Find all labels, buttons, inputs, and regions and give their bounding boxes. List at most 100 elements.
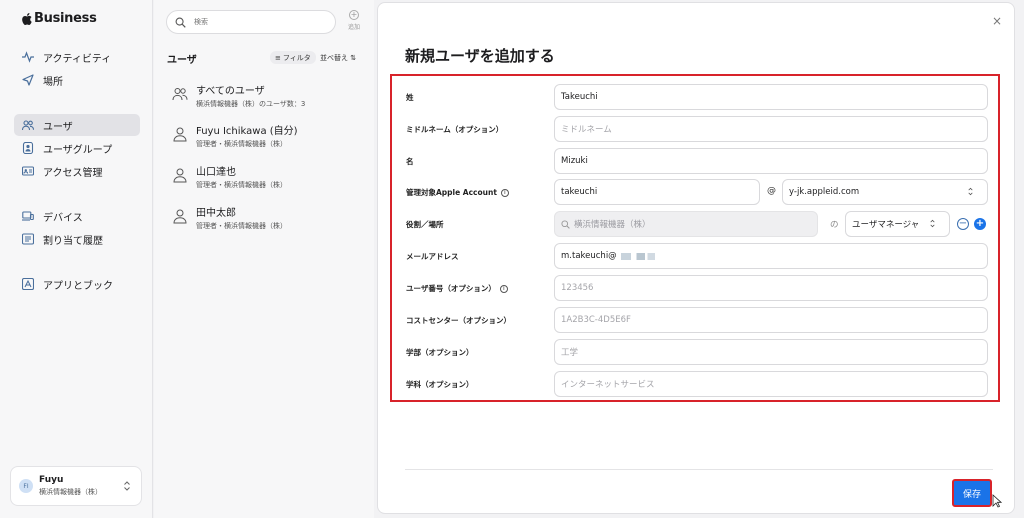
of-label: の (830, 220, 839, 230)
form-row-last-name: 姓 Takeuchi (392, 83, 998, 111)
search-icon (175, 17, 186, 28)
email-label: メールアドレス (406, 252, 459, 261)
location-field[interactable]: 横浜情報機器（株） (554, 211, 818, 237)
sidebar-item-label: デバイス (43, 212, 83, 224)
search-field[interactable] (166, 10, 336, 34)
location-icon (21, 73, 35, 87)
domain-select[interactable]: y-jk.appleid.com (782, 179, 988, 205)
save-button[interactable]: 保存 (952, 479, 992, 507)
list-item-sub: 管理者・横浜情報機器（株） (196, 181, 287, 189)
filter-button[interactable]: ≡ フィルタ (270, 51, 316, 64)
remove-role-button[interactable]: − (957, 218, 969, 230)
sidebar-item-label: 場所 (43, 76, 63, 88)
role-select[interactable]: ユーザマネージャ (845, 211, 950, 237)
plus-circle-icon: + (349, 10, 359, 20)
apple-account-label: 管理対象Apple Account i (406, 187, 509, 198)
user-number-field[interactable]: 123456 (554, 275, 988, 301)
form-row-user-number: ユーザ番号（オプション） i 123456 (392, 274, 998, 302)
form-row-role: 役割／場所 横浜情報機器（株） の ユーザマネージャ − + (392, 210, 998, 238)
nav-group-apps: アプリとブック (14, 273, 140, 296)
search-input[interactable] (194, 18, 314, 26)
chevron-updown-icon (968, 187, 973, 196)
close-icon[interactable]: × (992, 15, 1002, 27)
nav-group-devices: デバイス 割り当て履歴 (14, 205, 140, 251)
sort-button[interactable]: 並べ替え ⇅ (320, 53, 356, 63)
chevron-updown-icon (124, 481, 130, 491)
list-item-user[interactable]: 田中太郎 管理者・横浜情報機器（株） (172, 204, 362, 234)
role-value: ユーザマネージャ (852, 220, 920, 230)
sidebar-item-activity[interactable]: アクティビティ (14, 46, 140, 68)
person-icon (173, 168, 187, 183)
sidebar-item-label: アクセス管理 (43, 167, 103, 179)
sidebar-item-label: ユーザグループ (43, 144, 113, 156)
info-icon[interactable]: i (499, 284, 508, 293)
department-label: 学科（オプション） (406, 380, 474, 389)
app-window: Business アクティビティ 場所 ユーザ ユーザグループ アクセス管理 デ… (0, 0, 1024, 518)
role-label: 役割／場所 (406, 220, 444, 229)
cost-center-field[interactable]: 1A2B3C-4D5E6F (554, 307, 988, 333)
department-field[interactable]: インターネットサービス (554, 371, 988, 397)
middle-name-field[interactable]: ミドルネーム (554, 116, 988, 142)
info-icon[interactable]: i (500, 188, 509, 197)
sidebar-item-users[interactable]: ユーザ (14, 114, 140, 136)
footer-divider (405, 469, 993, 470)
dialog-title: 新規ユーザを追加する (405, 47, 555, 65)
apple-account-field[interactable]: takeuchi (554, 179, 760, 205)
list-item-name: 田中太郎 (196, 208, 236, 219)
form-row-division: 学部（オプション） 工学 (392, 338, 998, 366)
sidebar-item-label: アプリとブック (43, 280, 113, 292)
history-icon (21, 232, 35, 246)
activity-icon (21, 50, 35, 64)
first-name-field[interactable]: Mizuki (554, 148, 988, 174)
sidebar: Business アクティビティ 場所 ユーザ ユーザグループ アクセス管理 デ… (0, 0, 153, 518)
users-icon (172, 88, 188, 101)
chevron-updown-icon (930, 219, 935, 228)
redacted-mask (620, 252, 655, 260)
user-group-icon (21, 141, 35, 155)
email-field[interactable]: m.takeuchi@ (554, 243, 988, 269)
add-role-button[interactable]: + (974, 218, 986, 230)
list-item-all-users[interactable]: すべてのユーザ 横浜情報機器（株）のユーザ数：3 (172, 82, 362, 112)
sidebar-item-label: 割り当て履歴 (43, 235, 103, 247)
form-row-apple-account: 管理対象Apple Account i takeuchi @ y-jk.apple… (392, 178, 998, 206)
filter-icon: ≡ (275, 53, 281, 62)
avatar: FI (19, 479, 33, 493)
apps-icon (21, 277, 35, 291)
location-placeholder: 横浜情報機器（株） (574, 220, 651, 230)
division-label: 学部（オプション） (406, 348, 474, 357)
sidebar-item-access[interactable]: アクセス管理 (14, 160, 140, 182)
add-button[interactable]: + 追加 (344, 10, 364, 31)
division-field[interactable]: 工学 (554, 339, 988, 365)
last-name-label: 姓 (406, 93, 414, 102)
device-icon (21, 209, 35, 223)
domain-value: y-jk.appleid.com (789, 187, 860, 197)
sidebar-item-label: アクティビティ (43, 53, 112, 65)
sidebar-item-user-groups[interactable]: ユーザグループ (14, 137, 140, 159)
list-item-sub: 管理者・横浜情報機器（株） (196, 222, 287, 230)
list-item-name: 山口達也 (196, 167, 236, 178)
last-name-field[interactable]: Takeuchi (554, 84, 988, 110)
form-row-first-name: 名 Mizuki (392, 147, 998, 175)
form-row-email: メールアドレス m.takeuchi@ (392, 242, 998, 270)
user-number-label: ユーザ番号（オプション） i (406, 283, 508, 294)
account-org: 横浜情報機器（株） (39, 488, 102, 496)
sidebar-item-history[interactable]: 割り当て履歴 (14, 228, 140, 250)
sidebar-item-apps-books[interactable]: アプリとブック (14, 273, 140, 295)
user-list-panel: + 追加 ユーザ ≡フィルタ 並べ替え ⇅ すべてのユーザ 横浜情報機器（株）の… (154, 0, 374, 518)
user-number-label-text: ユーザ番号（オプション） (406, 284, 496, 293)
list-item-user[interactable]: 山口達也 管理者・横浜情報機器（株） (172, 163, 362, 193)
filter-label: フィルタ (282, 53, 311, 62)
access-icon (21, 164, 35, 178)
person-icon (173, 209, 187, 224)
list-item-sub: 管理者・横浜情報機器（株） (196, 140, 287, 148)
account-name: Fuyu (39, 475, 64, 485)
form-row-cost-center: コストセンター（オプション） 1A2B3C-4D5E6F (392, 306, 998, 334)
sidebar-item-location[interactable]: 場所 (14, 69, 140, 91)
mouse-cursor-icon (992, 494, 1002, 508)
list-item-user[interactable]: Fuyu Ichikawa (自分) 管理者・横浜情報機器（株） (172, 122, 362, 152)
account-switcher[interactable]: FI Fuyu 横浜情報機器（株） (10, 466, 142, 506)
user-form: 姓 Takeuchi ミドルネーム（オプション） ミドルネーム 名 Mizuki… (390, 74, 1000, 402)
list-header: ユーザ ≡ フィルタ 並べ替え ⇅ (167, 51, 367, 66)
sidebar-item-devices[interactable]: デバイス (14, 205, 140, 227)
users-icon (21, 118, 35, 132)
